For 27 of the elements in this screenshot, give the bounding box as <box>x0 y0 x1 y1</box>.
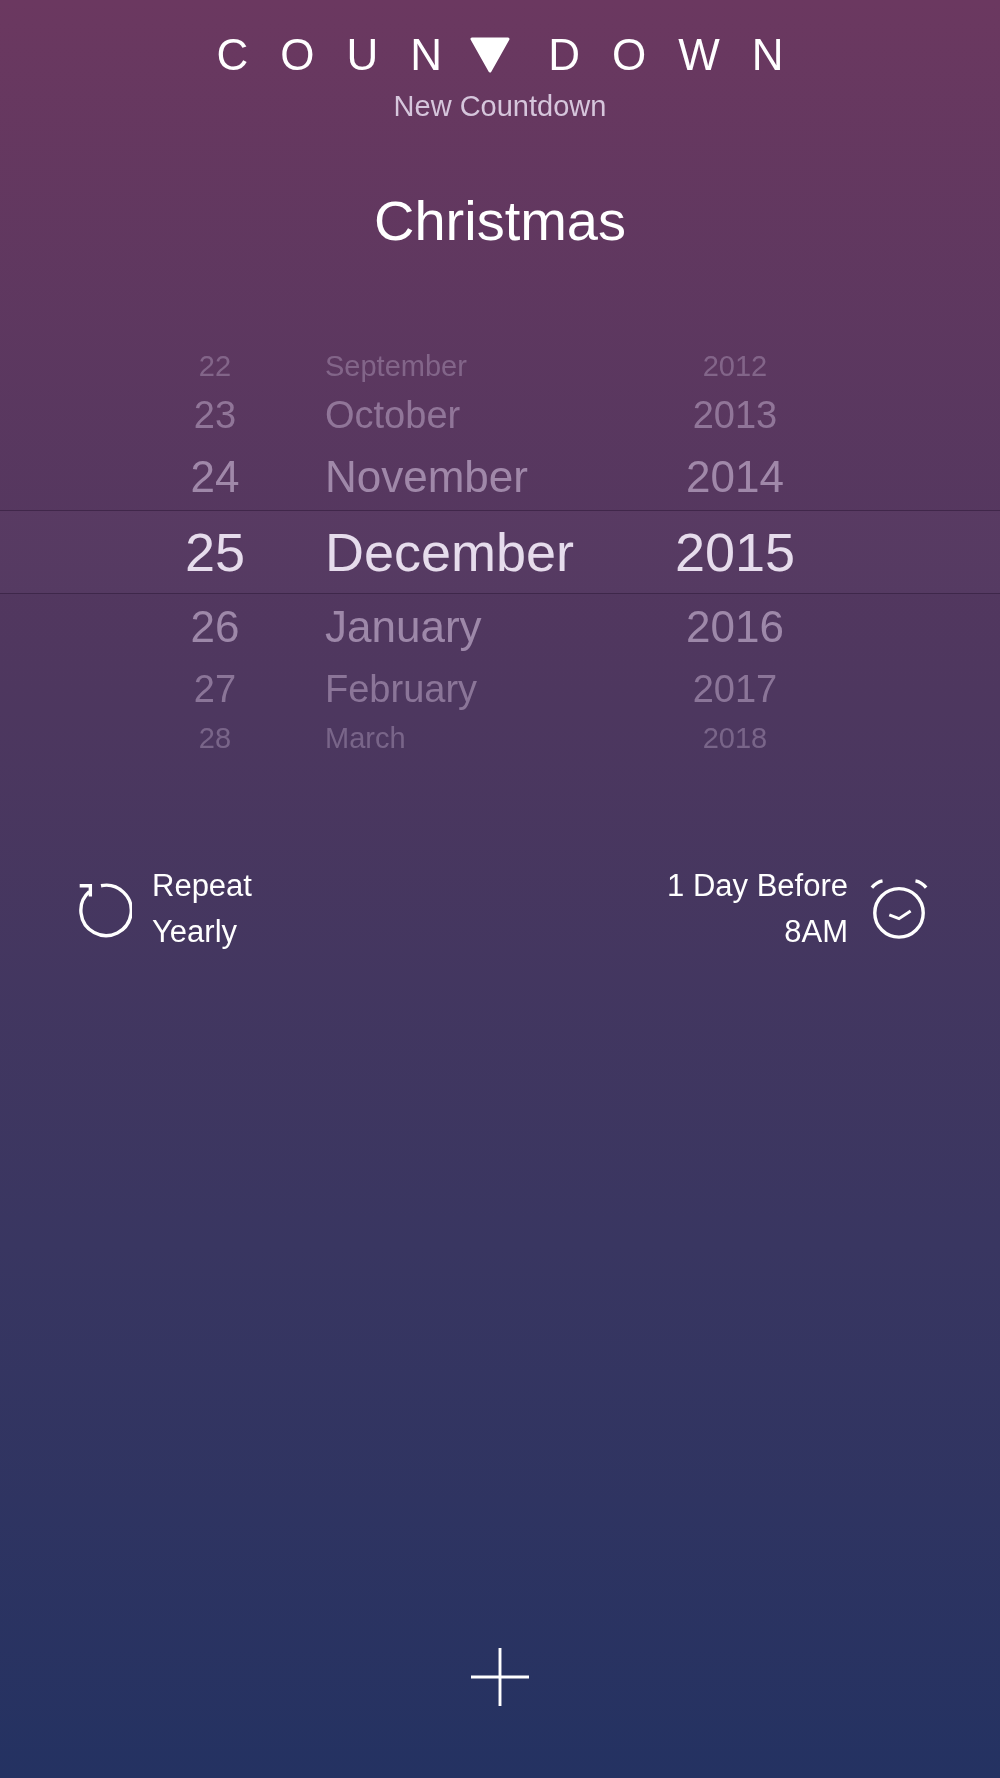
triangle-icon <box>470 37 511 73</box>
reminder-label: 1 Day Before <box>667 867 848 905</box>
picker-month[interactable]: December <box>325 521 655 583</box>
picker-day[interactable]: 24 <box>145 452 285 502</box>
picker-year[interactable]: 2017 <box>655 667 815 711</box>
repeat-label: Repeat <box>152 867 252 905</box>
picker-month[interactable]: February <box>325 667 655 711</box>
picker-day[interactable]: 23 <box>145 393 285 437</box>
selected-date-row[interactable]: 25 December 2015 <box>0 510 1000 594</box>
picker-month[interactable]: November <box>325 452 655 502</box>
screen-subtitle: New Countdown <box>393 89 607 124</box>
picker-day[interactable]: 27 <box>145 667 285 711</box>
logo-text: DOWN <box>548 30 816 80</box>
picker-month[interactable]: October <box>325 393 655 437</box>
reminder-time[interactable]: 8AM <box>784 909 848 955</box>
picker-month[interactable]: January <box>325 602 655 652</box>
picker-year[interactable]: 2013 <box>655 393 815 437</box>
picker-day[interactable]: 26 <box>145 602 285 652</box>
picker-year[interactable]: 2014 <box>655 452 815 502</box>
event-name[interactable]: Christmas <box>374 186 626 256</box>
picker-day[interactable]: 25 <box>145 521 285 583</box>
add-icon[interactable] <box>471 1648 529 1706</box>
logo-text: COUN <box>216 30 475 80</box>
repeat-value[interactable]: Yearly <box>152 909 252 955</box>
alarm-clock-icon[interactable] <box>868 878 930 940</box>
picker-year[interactable]: 2016 <box>655 602 815 652</box>
picker-year[interactable]: 2015 <box>655 521 815 583</box>
